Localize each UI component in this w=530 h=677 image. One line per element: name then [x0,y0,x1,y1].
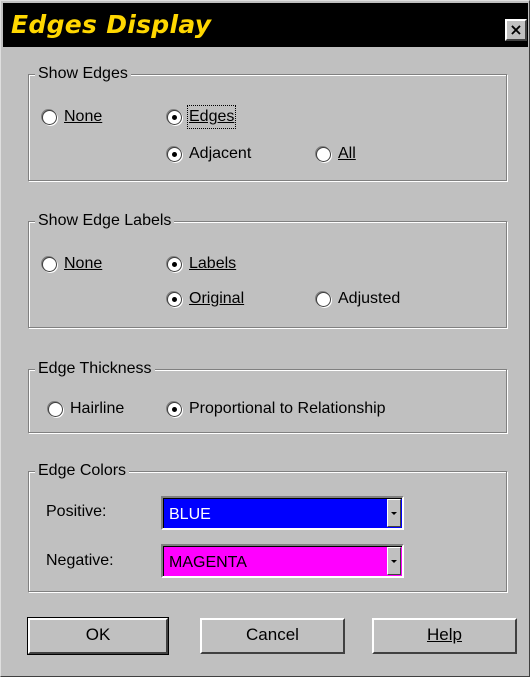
radio-label: Labels [189,255,237,272]
positive-color-select[interactable]: BLUE [161,496,404,530]
positive-color-value: BLUE [169,506,211,523]
positive-color-field: BLUE [163,498,402,528]
radio-selected-dot [172,114,177,120]
edge-thickness-legend: Edge Thickness [35,359,155,379]
negative-color-value: MAGENTA [169,554,247,571]
radio-circle [167,401,182,417]
show-edges-all-radio[interactable]: All [316,144,356,164]
show-edges-none-radio[interactable]: None [42,107,102,127]
show-edge-labels-group: Show Edge Labels None Labels Original Ad… [28,211,507,328]
show-labels-original-radio[interactable]: Original [167,289,244,309]
radio-circle [167,109,182,125]
chevron-down-icon[interactable] [387,547,401,575]
cancel-button[interactable]: Cancel [200,618,345,654]
show-edges-adjacent-radio[interactable]: Adjacent [167,144,251,164]
show-labels-labels-radio[interactable]: Labels [167,254,236,274]
edges-display-dialog: Edges Display × Show Edges None Edges Ad… [0,0,530,677]
thickness-proportional-radio[interactable]: Proportional to Relationship [167,399,386,419]
radio-label: Original [189,290,245,307]
edge-colors-legend: Edge Colors [35,461,130,481]
radio-label: All [338,145,356,162]
show-edge-labels-legend: Show Edge Labels [35,211,175,231]
show-edges-edges-radio[interactable]: Edges [167,105,237,129]
radio-label: Adjusted [338,290,401,307]
ok-button[interactable]: OK [27,617,169,655]
radio-circle [167,146,182,162]
radio-circle [167,291,182,307]
radio-circle [316,146,331,162]
radio-selected-dot [172,296,177,302]
radio-circle [42,256,57,272]
radio-selected-dot [172,151,177,157]
radio-selected-dot [172,406,177,412]
edge-colors-group: Edge Colors Positive: BLUE Negative: MAG… [28,461,507,592]
radio-label: Hairline [70,400,125,417]
ok-button-label: OK [85,625,111,644]
radio-circle [316,291,331,307]
help-button[interactable]: Help [372,618,517,654]
positive-color-label: Positive: [46,503,107,520]
show-edges-group: Show Edges None Edges Adjacent All [28,64,507,181]
radio-label: Edges [186,105,237,129]
radio-circle [42,109,57,125]
show-labels-adjusted-radio[interactable]: Adjusted [316,289,400,309]
close-button[interactable]: × [505,19,527,41]
title-bar[interactable]: Edges Display × [3,3,528,47]
negative-color-label: Negative: [46,552,114,569]
negative-color-select[interactable]: MAGENTA [161,544,404,578]
radio-label: Adjacent [189,145,252,162]
radio-label: None [64,108,103,125]
cancel-button-label: Cancel [246,625,299,644]
chevron-down-icon[interactable] [387,499,401,527]
dialog-title: Edges Display [11,10,212,39]
thickness-hairline-radio[interactable]: Hairline [48,399,124,419]
show-labels-none-radio[interactable]: None [42,254,102,274]
help-button-label: Help [427,625,462,644]
radio-label: None [64,255,103,272]
radio-circle [167,256,182,272]
radio-selected-dot [172,261,177,267]
show-edges-legend: Show Edges [35,64,131,84]
edge-thickness-group: Edge Thickness Hairline Proportional to … [28,359,507,433]
radio-label: Proportional to Relationship [189,400,386,417]
radio-circle [48,401,63,417]
negative-color-field: MAGENTA [163,546,402,576]
close-icon: × [509,20,523,39]
